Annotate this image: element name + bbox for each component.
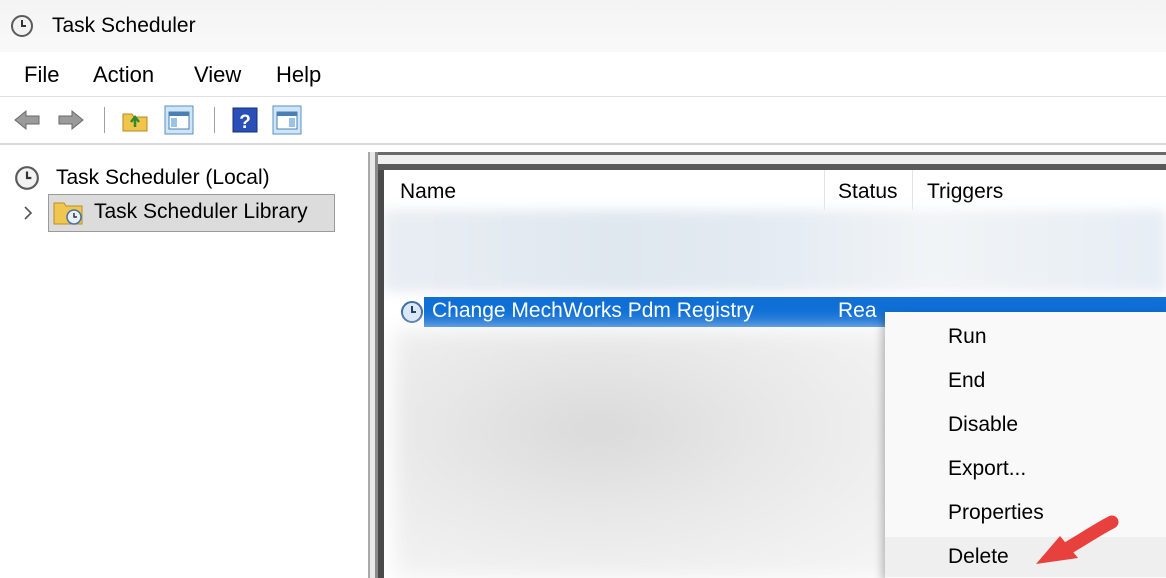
up-folder-icon[interactable] bbox=[120, 105, 150, 135]
window-title: Task Scheduler bbox=[52, 14, 196, 37]
task-clock-icon bbox=[401, 301, 423, 323]
show-hide-console-tree-icon[interactable] bbox=[164, 105, 194, 135]
show-hide-action-pane-icon[interactable] bbox=[272, 105, 302, 135]
context-menu-delete[interactable]: Delete bbox=[885, 537, 1166, 577]
menu-file[interactable]: File bbox=[20, 60, 63, 90]
blurred-rows bbox=[384, 210, 1166, 292]
task-name-cell[interactable]: Change MechWorks Pdm Registry bbox=[432, 299, 754, 323]
title-bar: Task Scheduler bbox=[0, 0, 1166, 52]
context-menu-properties[interactable]: Properties bbox=[885, 493, 1166, 533]
clock-icon bbox=[11, 15, 33, 37]
annotation-arrow-icon bbox=[1036, 515, 1119, 564]
column-header-status[interactable]: Status bbox=[838, 180, 898, 204]
menu-action[interactable]: Action bbox=[89, 60, 158, 90]
blurred-rows bbox=[394, 330, 904, 578]
help-icon[interactable]: ? bbox=[230, 105, 260, 135]
menu-help[interactable]: Help bbox=[272, 60, 325, 90]
column-divider[interactable] bbox=[912, 170, 913, 210]
pane-splitter[interactable] bbox=[368, 152, 378, 578]
task-list-frame-top bbox=[378, 152, 1166, 170]
menu-view[interactable]: View bbox=[190, 60, 245, 90]
task-status-cell: Rea bbox=[838, 299, 877, 322]
clock-icon bbox=[15, 166, 39, 190]
back-arrow-icon[interactable] bbox=[12, 105, 42, 135]
context-menu-run[interactable]: Run bbox=[885, 317, 1166, 357]
tree-item-task-scheduler-local[interactable]: Task Scheduler (Local) bbox=[56, 166, 270, 190]
column-header-triggers[interactable]: Triggers bbox=[927, 180, 1003, 204]
toolbar-separator bbox=[104, 107, 105, 133]
forward-arrow-icon[interactable] bbox=[56, 105, 86, 135]
toolbar: ? bbox=[0, 97, 1166, 145]
tree-item-task-scheduler-library[interactable]: Task Scheduler Library bbox=[94, 200, 308, 224]
toolbar-separator bbox=[214, 107, 215, 133]
folder-clock-icon bbox=[53, 202, 83, 225]
column-divider[interactable] bbox=[824, 170, 825, 210]
chevron-right-icon[interactable] bbox=[20, 204, 36, 222]
context-menu-export[interactable]: Export... bbox=[885, 449, 1166, 489]
context-menu-disable[interactable]: Disable bbox=[885, 405, 1166, 445]
menu-bar: File Action View Help bbox=[0, 52, 1166, 97]
context-menu-end[interactable]: End bbox=[885, 361, 1166, 401]
svg-text:?: ? bbox=[239, 112, 251, 133]
context-menu: Run End Disable Export... Properties Del… bbox=[885, 312, 1166, 578]
column-header-name[interactable]: Name bbox=[400, 180, 456, 204]
